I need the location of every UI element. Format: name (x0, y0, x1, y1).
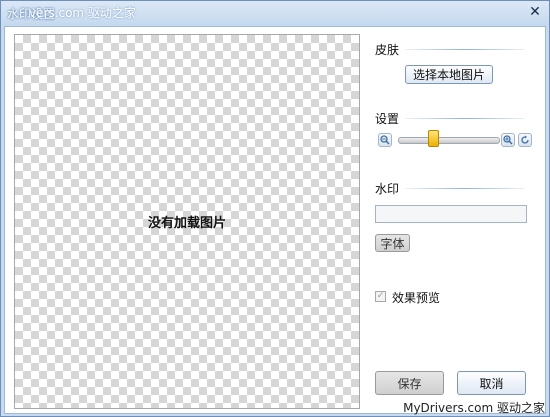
settings-label: 设置 (375, 112, 400, 126)
watermark-text-input[interactable] (375, 205, 527, 223)
watermark-label: 水印 (375, 182, 400, 196)
cancel-button[interactable]: 取消 (457, 371, 526, 395)
close-button[interactable]: ✕ (525, 3, 545, 21)
select-local-image-button[interactable]: 选择本地图片 (405, 65, 493, 84)
settings-panel: 皮肤 选择本地图片 设置 水印 字体 ✓ 效果预览 保存 取消 (365, 27, 545, 413)
effect-preview-label: 效果预览 (392, 291, 441, 305)
zoom-in-icon[interactable] (501, 133, 515, 147)
watermark-divider (405, 188, 525, 189)
title-bar[interactable]: 水印设置 vers.com 驱动之家 ✕ (1, 1, 549, 25)
zoom-out-icon[interactable] (378, 133, 392, 147)
font-button[interactable]: 字体 (375, 234, 410, 252)
settings-divider (405, 118, 525, 119)
close-icon: ✕ (529, 4, 541, 20)
site-watermark-bottom: MyDrivers.com 驱动之家 (403, 401, 545, 415)
site-watermark-top: vers.com 驱动之家 (29, 6, 136, 20)
zoom-slider-track[interactable] (398, 137, 500, 144)
image-preview-area: 没有加载图片 (14, 34, 360, 409)
dialog-client-area: 没有加载图片 皮肤 选择本地图片 设置 水印 字体 ✓ 效果预览 保存 取消 (4, 26, 546, 414)
skin-label: 皮肤 (375, 43, 400, 57)
save-button[interactable]: 保存 (375, 371, 444, 395)
skin-divider (405, 49, 525, 50)
rotate-icon[interactable] (518, 133, 532, 147)
effect-preview-checkbox[interactable]: ✓ (375, 291, 386, 302)
zoom-slider-thumb[interactable] (428, 130, 440, 147)
no-image-text: 没有加载图片 (147, 216, 226, 231)
dialog-window: 水印设置 vers.com 驱动之家 ✕ 没有加载图片 皮肤 选择本地图片 设置 (0, 0, 550, 417)
